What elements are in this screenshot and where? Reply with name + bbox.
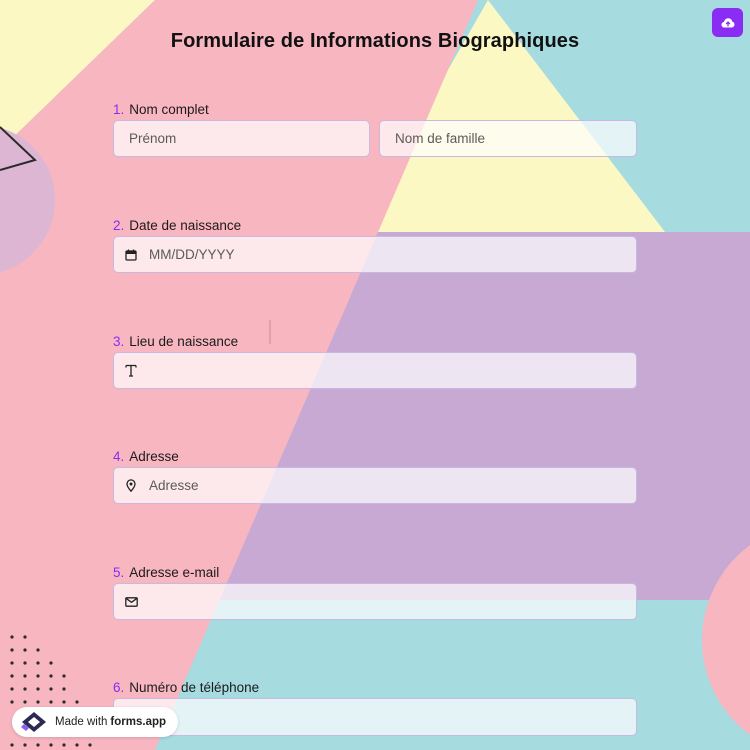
question-label: 4. Adresse (113, 448, 637, 466)
question-text: Numéro de téléphone (129, 680, 260, 695)
question-number: 1. (113, 102, 125, 117)
brand-name: forms.app (110, 716, 167, 728)
question-address: 4. Adresse Adresse (113, 448, 637, 504)
text-icon (124, 364, 138, 377)
calendar-icon (124, 249, 138, 261)
question-number: 4. (113, 449, 125, 464)
form-title: Formulaire de Informations Biographiques (170, 30, 580, 52)
question-label: 1. Nom complet (113, 101, 637, 119)
question-full-name: 1. Nom complet Prénom Nom de famille (113, 101, 637, 157)
forms-app-logo-icon (20, 711, 48, 733)
question-number: 2. (113, 218, 125, 233)
last-name-placeholder: Nom de famille (395, 131, 486, 146)
question-label: 6. Numéro de téléphone (113, 679, 637, 697)
made-with-text: Made with (55, 716, 108, 728)
last-name-input[interactable]: Nom de famille (379, 120, 637, 157)
envelope-icon (124, 596, 138, 607)
question-birth-place: 3. Lieu de naissance (113, 333, 637, 389)
question-email: 5. Adresse e-mail (113, 564, 637, 620)
question-text: Adresse e-mail (129, 565, 220, 580)
question-text: Adresse (129, 449, 179, 464)
question-label: 5. Adresse e-mail (113, 564, 637, 582)
email-input[interactable] (113, 583, 637, 620)
question-number: 3. (113, 334, 125, 349)
cloud-upload-icon (721, 17, 735, 29)
question-birth-date: 2. Date de naissance MM/DD/YYYY (113, 217, 637, 273)
phone-input[interactable] (113, 698, 637, 736)
birth-date-input[interactable]: MM/DD/YYYY (113, 236, 637, 273)
question-text: Nom complet (129, 102, 209, 117)
question-number: 5. (113, 565, 125, 580)
question-label: 2. Date de naissance (113, 217, 637, 235)
question-phone: 6. Numéro de téléphone (113, 679, 637, 736)
question-text: Lieu de naissance (129, 334, 239, 349)
address-placeholder: Adresse (149, 478, 199, 493)
address-input[interactable]: Adresse (113, 467, 637, 504)
question-text: Date de naissance (129, 218, 242, 233)
question-label: 3. Lieu de naissance (113, 333, 637, 351)
birth-date-placeholder: MM/DD/YYYY (149, 247, 235, 262)
made-with-badge[interactable]: Made with forms.app (12, 707, 179, 737)
location-pin-icon (124, 479, 138, 492)
birth-place-input[interactable] (113, 352, 637, 389)
first-name-input[interactable]: Prénom (113, 120, 370, 157)
question-number: 6. (113, 680, 125, 695)
save-progress-button[interactable] (712, 8, 743, 37)
first-name-placeholder: Prénom (129, 131, 177, 146)
